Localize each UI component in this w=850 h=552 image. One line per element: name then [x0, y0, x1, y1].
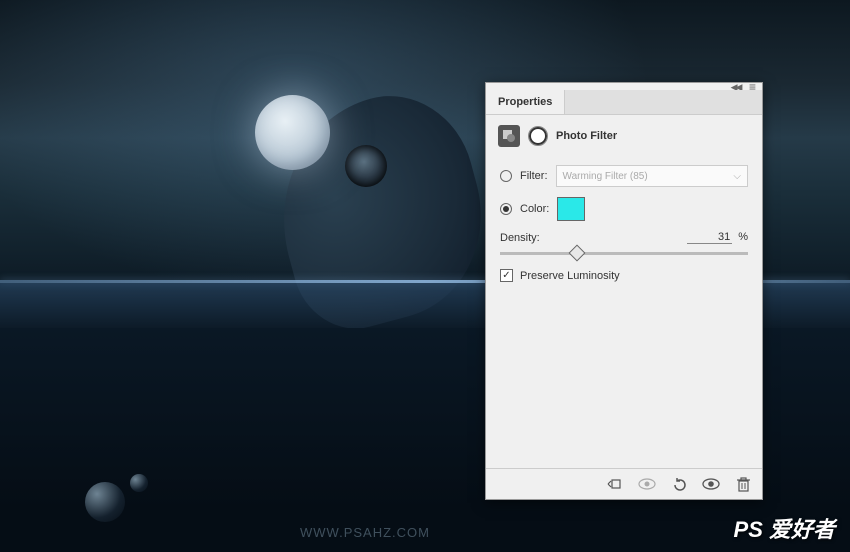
- tab-properties[interactable]: Properties: [486, 90, 565, 114]
- preserve-checkbox[interactable]: ✓: [500, 269, 513, 282]
- mask-icon[interactable]: [528, 126, 548, 146]
- color-row: Color:: [500, 197, 748, 221]
- clip-to-layer-icon[interactable]: [606, 476, 624, 492]
- density-label: Density:: [500, 232, 540, 244]
- trash-icon[interactable]: [734, 476, 752, 492]
- color-label: Color:: [520, 203, 549, 215]
- density-row: Density: 31 %: [500, 231, 748, 255]
- panel-header: Photo Filter: [486, 115, 762, 157]
- bubble: [85, 482, 125, 522]
- slider-thumb[interactable]: [568, 245, 585, 262]
- watermark-brand: PS 爱好者: [734, 512, 835, 544]
- color-swatch[interactable]: [557, 197, 585, 221]
- filter-label: Filter:: [520, 170, 548, 182]
- view-previous-icon[interactable]: [638, 476, 656, 492]
- filter-radio[interactable]: [500, 170, 512, 182]
- properties-panel: ◀◀ ≡ Properties Photo Filter Filter: War…: [485, 82, 763, 500]
- chevron-down-icon: ⌵: [733, 171, 741, 182]
- panel-title: Photo Filter: [556, 130, 617, 142]
- panel-tabs: Properties: [486, 90, 762, 115]
- filter-select[interactable]: Warming Filter (85) ⌵: [556, 165, 749, 187]
- density-slider[interactable]: [500, 252, 748, 255]
- preserve-row: ✓ Preserve Luminosity: [500, 269, 748, 282]
- visibility-icon[interactable]: [702, 476, 720, 492]
- adjustment-icon[interactable]: [498, 125, 520, 147]
- panel-footer: [486, 468, 762, 499]
- watermark-url: WWW.PSAHZ.COM: [300, 525, 430, 540]
- filter-value: Warming Filter (85): [563, 171, 648, 182]
- bubble: [130, 474, 148, 492]
- filter-row: Filter: Warming Filter (85) ⌵: [500, 165, 748, 187]
- reset-icon[interactable]: [670, 476, 688, 492]
- fish-eye: [345, 145, 387, 187]
- moon: [255, 95, 330, 170]
- color-radio[interactable]: [500, 203, 512, 215]
- density-unit: %: [738, 231, 748, 244]
- preserve-label: Preserve Luminosity: [520, 270, 620, 282]
- panel-body: Filter: Warming Filter (85) ⌵ Color: Den…: [486, 157, 762, 468]
- panel-topbar: ◀◀ ≡: [486, 83, 762, 89]
- density-value[interactable]: 31: [687, 231, 732, 244]
